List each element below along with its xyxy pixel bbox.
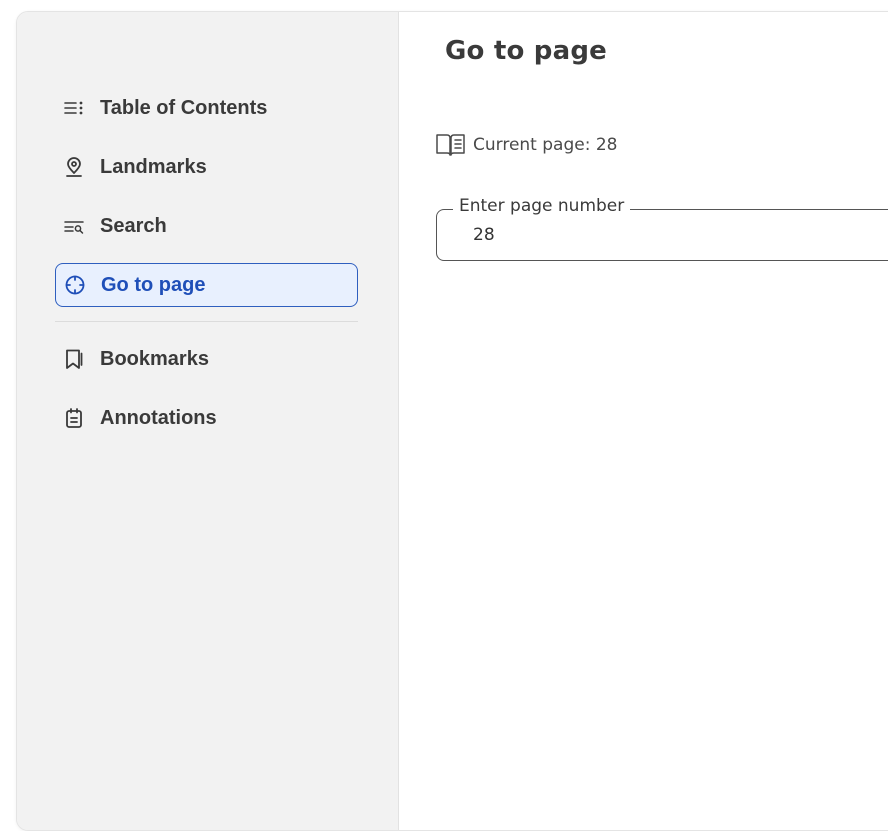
- page-title: Go to page: [445, 36, 607, 66]
- location-pin-icon: [63, 156, 85, 178]
- crosshair-icon: [64, 274, 86, 296]
- sidebar-item-bookmarks[interactable]: Bookmarks: [55, 337, 358, 381]
- sidebar-divider: [55, 321, 358, 322]
- search-list-icon: [63, 215, 85, 237]
- page-number-label: Enter page number: [453, 196, 631, 216]
- clipboard-icon: [63, 407, 85, 429]
- bookmark-icon: [63, 348, 85, 370]
- page-number-input[interactable]: [473, 220, 773, 250]
- open-book-icon: [436, 134, 465, 156]
- current-page-text: Current page: 28: [473, 135, 618, 155]
- current-page-indicator: Current page: 28: [435, 132, 617, 158]
- sidebar-item-label: Search: [100, 214, 167, 237]
- sidebar-item-landmarks[interactable]: Landmarks: [55, 145, 358, 189]
- sidebar-item-label: Go to page: [101, 273, 206, 296]
- go-to-page-panel: Go to page Current page: 28 Enter page n…: [399, 12, 888, 830]
- page-number-field: Enter page number: [436, 196, 888, 261]
- sidebar-item-label: Bookmarks: [100, 347, 209, 370]
- sidebar-item-annotations[interactable]: Annotations: [55, 396, 358, 440]
- reader-panel: Table of Contents Landmarks Search Go to…: [16, 11, 888, 831]
- sidebar-item-label: Annotations: [100, 406, 217, 429]
- sidebar-item-go-to-page[interactable]: Go to page: [55, 263, 358, 307]
- sidebar-item-search[interactable]: Search: [55, 204, 358, 248]
- sidebar-item-table-of-contents[interactable]: Table of Contents: [55, 86, 358, 130]
- list-icon: [63, 97, 85, 119]
- sidebar-item-label: Landmarks: [100, 155, 207, 178]
- sidebar-item-label: Table of Contents: [100, 96, 268, 119]
- sidebar: Table of Contents Landmarks Search Go to…: [17, 12, 399, 830]
